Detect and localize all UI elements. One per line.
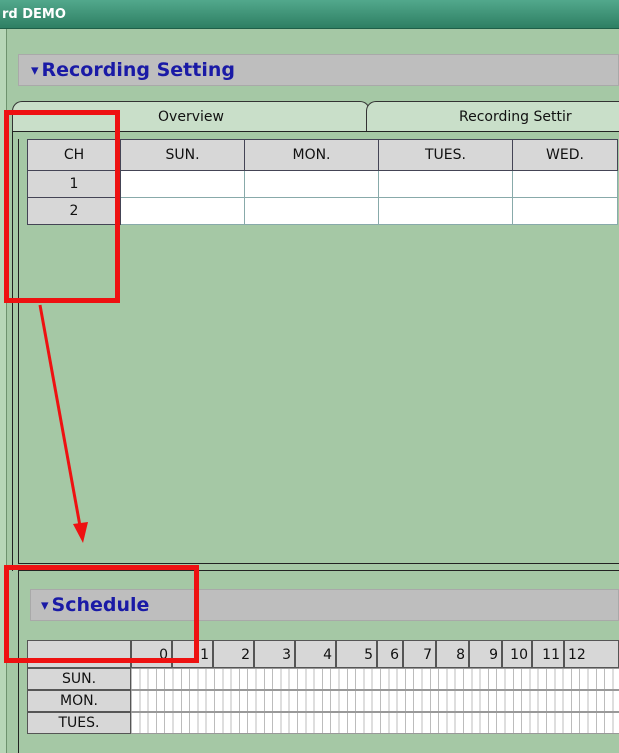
hour-label: 12	[564, 640, 619, 668]
day-label-sun: SUN.	[27, 668, 131, 690]
schedule-row-tues[interactable]	[131, 712, 619, 734]
schedule-title: Schedule	[51, 594, 150, 616]
column-header-tues: TUES.	[378, 139, 513, 171]
hour-label: 8	[436, 640, 469, 668]
column-header-wed: WED.	[512, 139, 618, 171]
table-row: 2	[27, 197, 618, 225]
schedule-cell[interactable]	[512, 170, 618, 198]
channel-label: 2	[27, 197, 121, 225]
table-row: 1	[27, 170, 618, 198]
recording-setting-title: Recording Setting	[41, 59, 235, 81]
frame-left-border	[0, 29, 7, 753]
channel-label: 1	[27, 170, 121, 198]
schedule-header: ▾ Schedule	[30, 589, 619, 621]
schedule-cell[interactable]	[378, 170, 513, 198]
hour-label: 0	[131, 640, 172, 668]
hour-label: 5	[336, 640, 377, 668]
hour-label: 2	[213, 640, 254, 668]
schedule-row-sun[interactable]	[131, 668, 619, 690]
schedule-cell[interactable]	[120, 197, 245, 225]
hour-label: 3	[254, 640, 295, 668]
hour-label: 1	[172, 640, 213, 668]
tab-recording-setting-label: Recording Settir	[459, 109, 572, 125]
day-label-tues: TUES.	[27, 712, 131, 734]
tab-overview-label: Overview	[158, 109, 224, 125]
hour-label: 7	[403, 640, 436, 668]
schedule-cell[interactable]	[378, 197, 513, 225]
chevron-down-icon: ▾	[41, 596, 49, 614]
schedule-cell[interactable]	[244, 170, 379, 198]
chevron-down-icon: ▾	[31, 61, 39, 79]
schedule-cell[interactable]	[244, 197, 379, 225]
column-header-mon: MON.	[244, 139, 379, 171]
hour-label: 9	[469, 640, 502, 668]
tab-recording-setting[interactable]: Recording Settir	[366, 101, 619, 132]
hour-label: 6	[377, 640, 403, 668]
channel-table-header: CH SUN. MON. TUES. WED.	[27, 139, 618, 171]
column-header-sun: SUN.	[120, 139, 245, 171]
window-title: rd DEMO	[2, 7, 66, 22]
schedule-cell[interactable]	[120, 170, 245, 198]
schedule-cell[interactable]	[512, 197, 618, 225]
day-label-mon: MON.	[27, 690, 131, 712]
hour-header-corner	[27, 640, 131, 668]
tab-overview[interactable]: Overview	[12, 101, 370, 132]
channel-table: CH SUN. MON. TUES. WED. 1 2	[27, 139, 618, 225]
recording-setting-header: ▾ Recording Setting	[18, 54, 619, 86]
hour-label: 11	[532, 640, 564, 668]
hour-label: 4	[295, 640, 336, 668]
column-header-ch: CH	[27, 139, 121, 171]
schedule-row-mon[interactable]	[131, 690, 619, 712]
window-title-bar: rd DEMO	[0, 0, 619, 29]
hour-label: 10	[502, 640, 532, 668]
